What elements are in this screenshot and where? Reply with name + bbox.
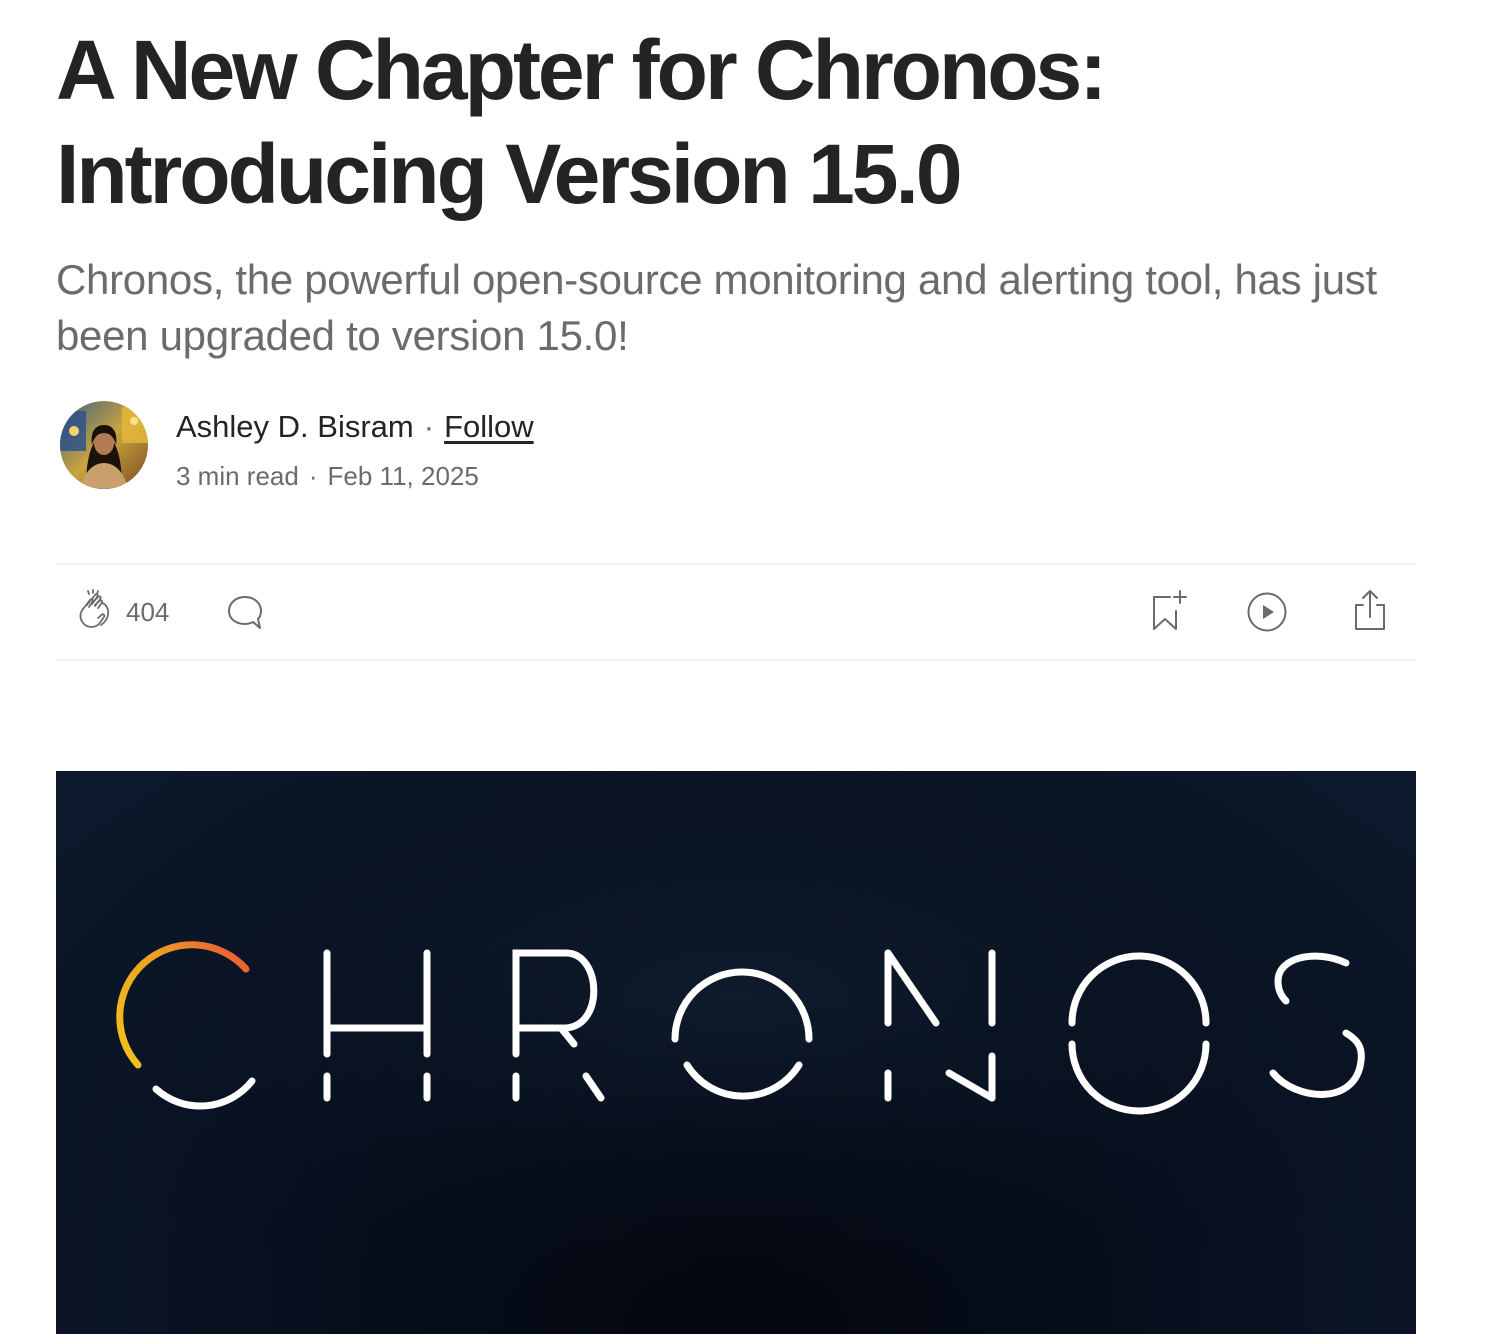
author-avatar[interactable]: [60, 401, 148, 489]
byline-separator: ·: [423, 409, 435, 444]
article: A New Chapter for Chronos: Introducing V…: [56, 0, 1416, 1334]
chronos-logo: [56, 771, 1416, 1334]
author-line: Ashley D. Bisram · Follow: [176, 407, 534, 447]
share-button[interactable]: [1350, 589, 1390, 638]
clap-count: 404: [126, 597, 170, 627]
comment-button[interactable]: [226, 593, 264, 636]
article-subtitle: Chronos, the powerful open-source monito…: [56, 256, 1377, 359]
article-action-bar: 404: [56, 563, 1416, 661]
read-time: 3 min read: [176, 461, 299, 491]
listen-button[interactable]: [1246, 591, 1288, 638]
author-name[interactable]: Ashley D. Bisram: [176, 409, 414, 444]
clap-icon: [74, 589, 116, 636]
share-icon: [1350, 589, 1390, 638]
article-meta: 3 min read · Feb 11, 2025: [176, 459, 479, 493]
meta-separator: ·: [308, 461, 318, 491]
article-title: A New Chapter for Chronos: Introducing V…: [56, 0, 1256, 226]
save-button[interactable]: [1150, 589, 1188, 638]
follow-button[interactable]: Follow: [444, 409, 534, 444]
publish-date: Feb 11, 2025: [327, 461, 479, 491]
article-title-line-1: A New Chapter for Chronos:: [56, 23, 1107, 117]
comment-icon: [226, 593, 264, 636]
byline: Ashley D. Bisram · Follow 3 min read · Feb 1…: [60, 401, 760, 491]
article-title-line-2: Introducing Version 15.0: [56, 127, 963, 221]
play-icon: [1246, 591, 1288, 638]
bookmark-add-icon: [1150, 589, 1188, 638]
clap-button[interactable]: 404: [74, 589, 169, 636]
hero-image: [56, 771, 1416, 1334]
